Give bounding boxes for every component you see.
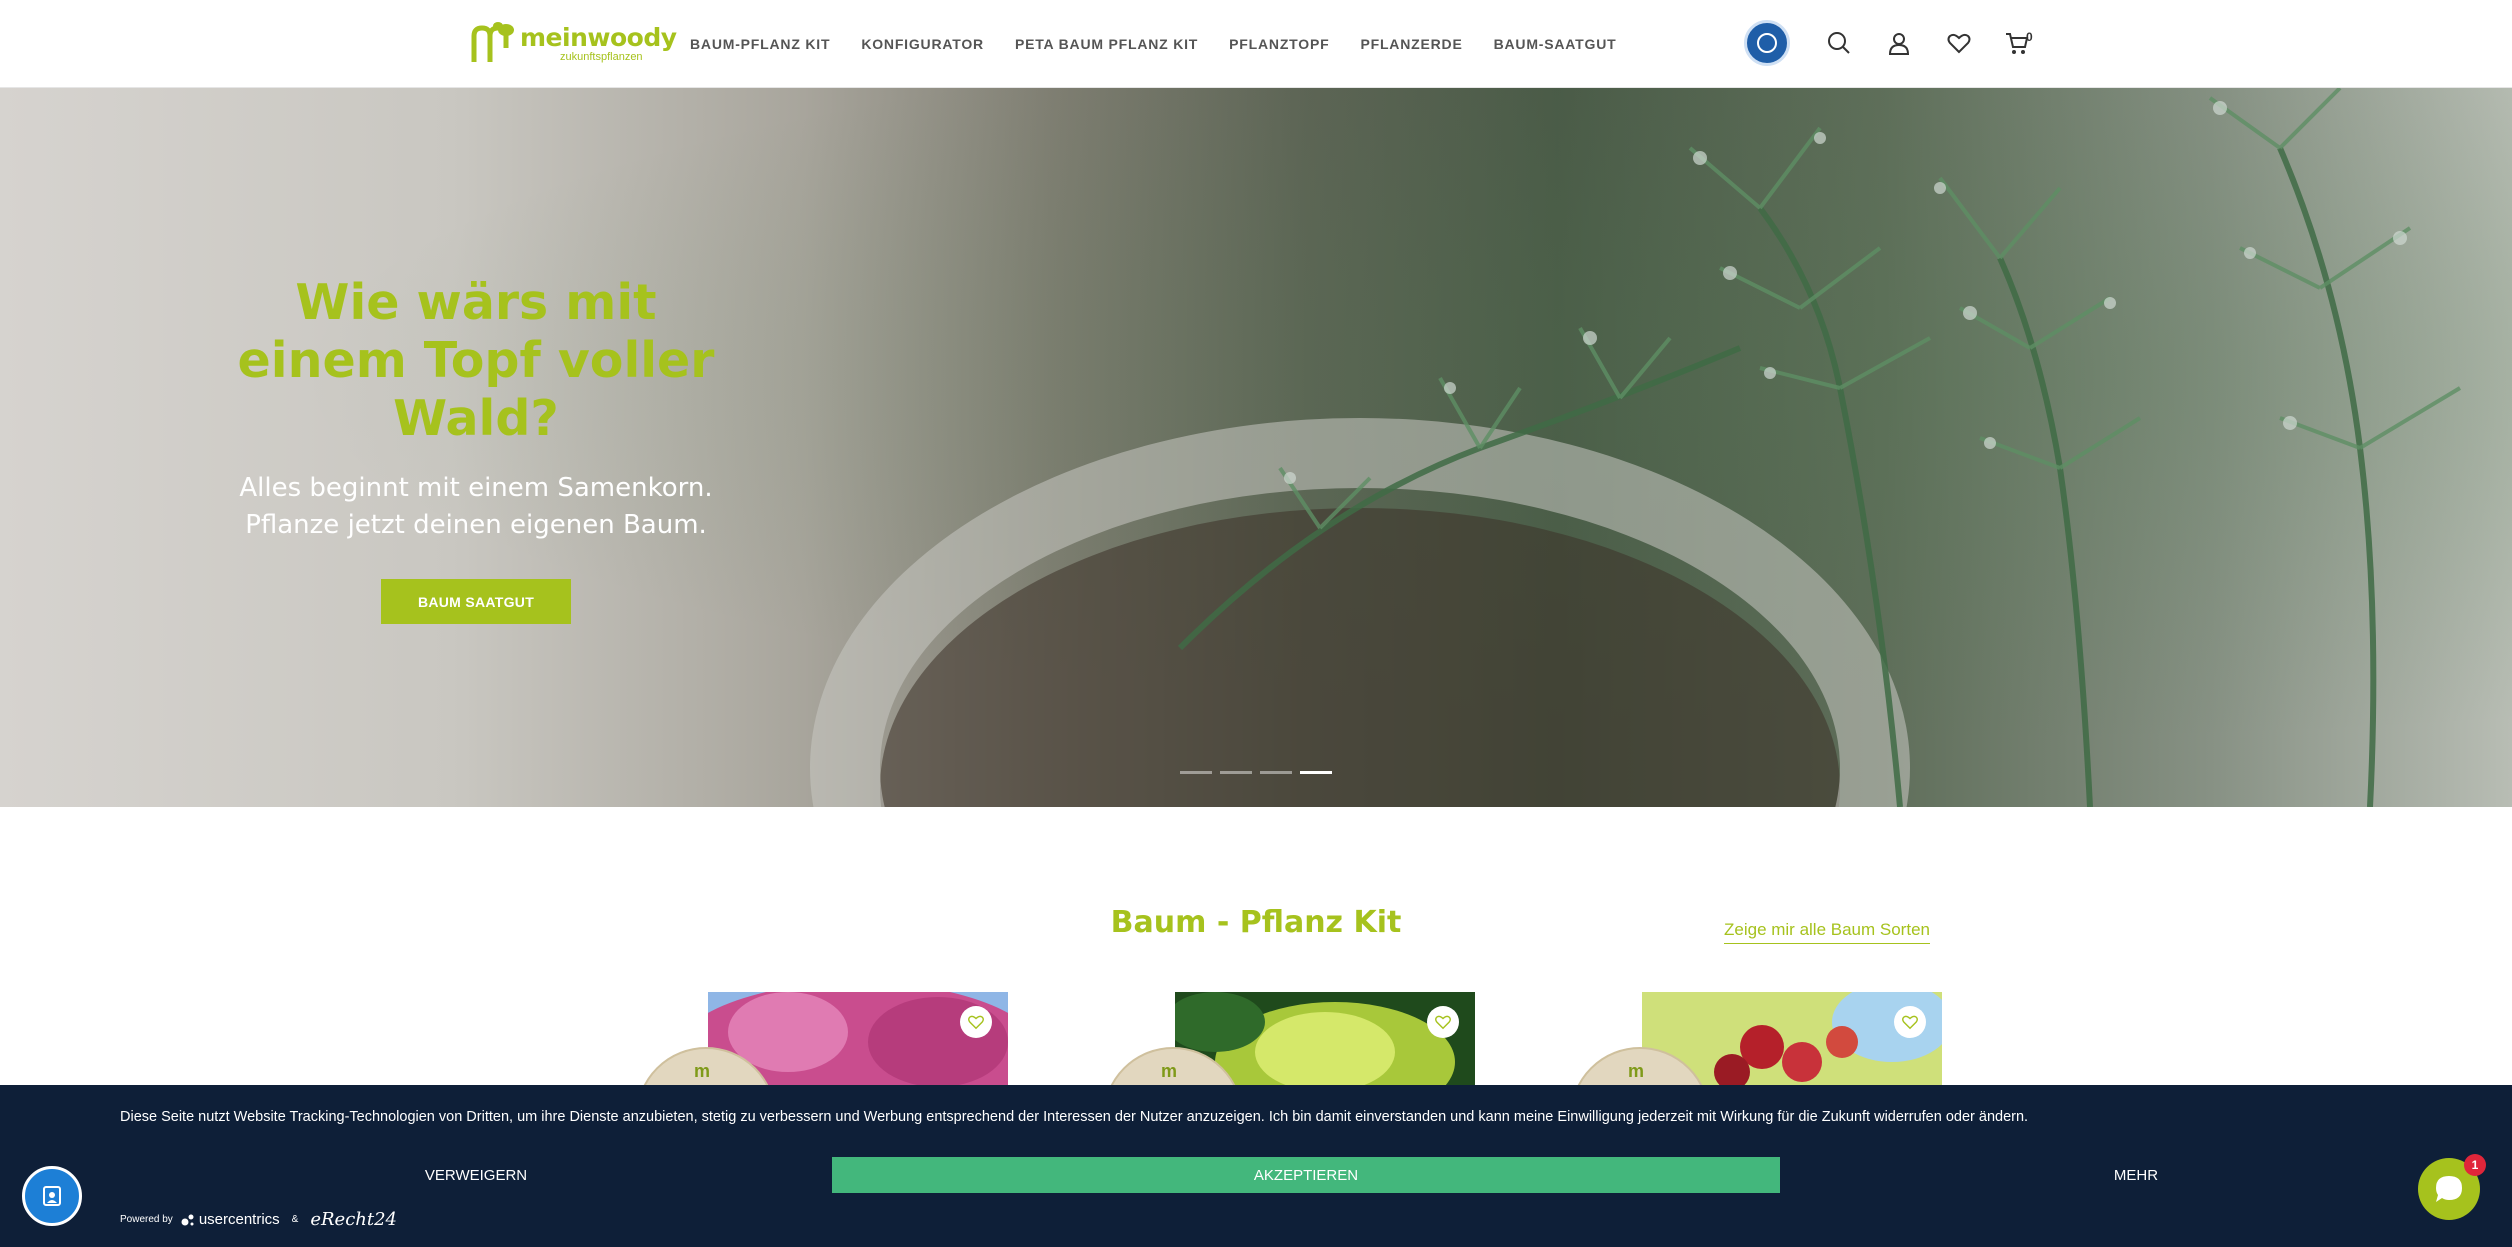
user-icon[interactable] <box>1886 30 1912 56</box>
more-info-button[interactable]: MEHR <box>2018 1157 2254 1193</box>
slider-dots <box>1180 771 1340 774</box>
nav-item-baum-saatgut[interactable]: BAUM-SAATGUT <box>1494 36 1617 52</box>
site-header: meinwoody zukunftspflanzen BAUM-PFLANZ K… <box>0 0 2512 88</box>
powered-by-label: Powered by <box>120 1214 173 1225</box>
nav-item-pflanzerde[interactable]: PFLANZERDE <box>1360 36 1462 52</box>
usercentrics-label: usercentrics <box>198 1211 280 1228</box>
logo-name: meinwoody <box>520 23 677 52</box>
hero-subtitle-line-1: Alles beginnt mit einem Samenkorn. <box>239 473 713 503</box>
slider-dot-4[interactable] <box>1300 771 1332 774</box>
logo-tagline: zukunftspflanzen <box>560 51 643 63</box>
nav-item-konfigurator[interactable]: KONFIGURATOR <box>861 36 984 52</box>
hero-subtitle: Alles beginnt mit einem Samenkorn. Pflan… <box>220 470 732 544</box>
cart-count-badge: 0 <box>2026 30 2033 44</box>
product-card[interactable]: m <box>1103 992 1475 1092</box>
nav-item-baum-pflanz-kit[interactable]: BAUM-PFLANZ KIT <box>690 36 830 52</box>
site-logo[interactable]: meinwoody zukunftspflanzen <box>470 20 677 68</box>
ampersand: & <box>291 1214 299 1225</box>
powered-by: Powered by usercentrics & eRecht24 <box>120 1209 397 1230</box>
heart-icon[interactable] <box>1946 30 1972 56</box>
usercentrics-logo[interactable]: usercentrics <box>181 1211 280 1228</box>
cookie-consent-banner: Diese Seite nutzt Website Tracking-Techn… <box>0 1085 2512 1247</box>
blue-angel-seal-icon[interactable] <box>1744 20 1790 66</box>
slider-dot-3[interactable] <box>1260 771 1292 774</box>
wishlist-heart-icon[interactable] <box>1894 1006 1926 1038</box>
search-icon[interactable] <box>1826 30 1852 56</box>
see-all-trees-link[interactable]: Zeige mir alle Baum Sorten <box>1724 920 1930 944</box>
wishlist-heart-icon[interactable] <box>1427 1006 1459 1038</box>
product-card[interactable]: m <box>1570 992 1942 1092</box>
hero-subtitle-line-2: Pflanze jetzt deinen eigenen Baum. <box>245 510 707 540</box>
nav-item-peta-baum-pflanz-kit[interactable]: PETA BAUM PFLANZ KIT <box>1015 36 1198 52</box>
slider-dot-1[interactable] <box>1180 771 1212 774</box>
wishlist-heart-icon[interactable] <box>960 1006 992 1038</box>
hero-slider: Wie wärs mit einem Topf voller Wald? All… <box>0 88 2512 807</box>
cookie-consent-text: Diese Seite nutzt Website Tracking-Techn… <box>120 1109 2029 1125</box>
chat-notification-badge: 1 <box>2464 1154 2486 1176</box>
accept-cookies-button[interactable]: AKZEPTIEREN <box>832 1157 1780 1193</box>
hero-text-block: Wie wärs mit einem Topf voller Wald? All… <box>220 274 732 544</box>
main-nav: BAUM-PFLANZ KIT KONFIGURATOR PETA BAUM P… <box>690 0 1647 88</box>
section-title: Baum - Pflanz Kit <box>1110 905 1402 940</box>
hero-cta-button[interactable]: BAUM SAATGUT <box>381 579 571 624</box>
logo-mark-icon <box>470 22 516 66</box>
hero-title: Wie wärs mit einem Topf voller Wald? <box>237 274 715 447</box>
erecht24-logo[interactable]: eRecht24 <box>310 1209 397 1230</box>
product-card[interactable]: m <box>636 992 1008 1092</box>
hero-plant-image <box>1177 88 2462 807</box>
slider-dot-2[interactable] <box>1220 771 1252 774</box>
nav-item-pflanztopf[interactable]: PFLANZTOPF <box>1229 36 1329 52</box>
privacy-settings-icon[interactable] <box>22 1166 82 1226</box>
deny-cookies-button[interactable]: VERWEIGERN <box>358 1157 594 1193</box>
